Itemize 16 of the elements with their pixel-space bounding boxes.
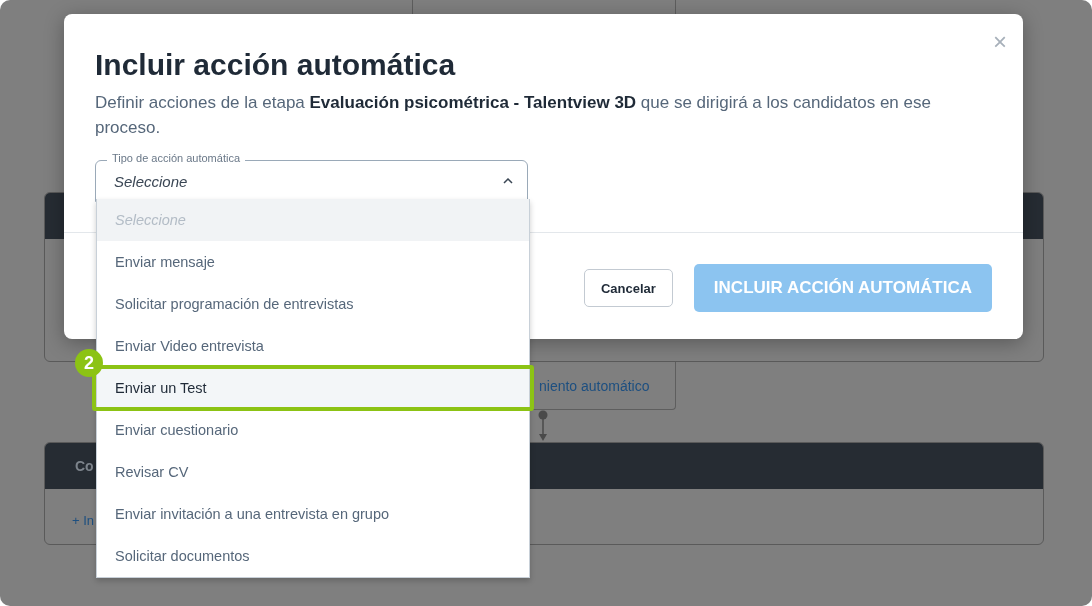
dialog-title: Incluir acción automática [95, 47, 457, 83]
dropdown-option[interactable]: Enviar un Test [97, 367, 529, 409]
dropdown-option[interactable]: Revisar CV [97, 451, 529, 493]
dropdown-option[interactable]: Solicitar programación de entrevistas [97, 283, 529, 325]
field-label: Tipo de acción automática [107, 152, 245, 164]
select-value: Seleccione [114, 172, 189, 190]
dropdown-option[interactable]: Enviar invitación a una entrevista en grupo [97, 493, 529, 535]
connector-arrow [537, 410, 549, 442]
dropdown-option[interactable]: Enviar cuestionario [97, 409, 529, 451]
dropdown-option[interactable]: Enviar mensaje [97, 241, 529, 283]
dialog-description: Definir acciones de la etapa Evaluación psicométrica - Talentview 3D que se dirigirá a los candidatos en ese proceso. [95, 92, 932, 139]
cancel-button[interactable]: Cancelar [583, 269, 673, 307]
chevron-icon [503, 178, 513, 184]
step-number-badge: 2 [75, 349, 103, 377]
card-title: Co [75, 458, 94, 474]
dropdown-option[interactable]: Solicitar documentos [97, 535, 529, 577]
